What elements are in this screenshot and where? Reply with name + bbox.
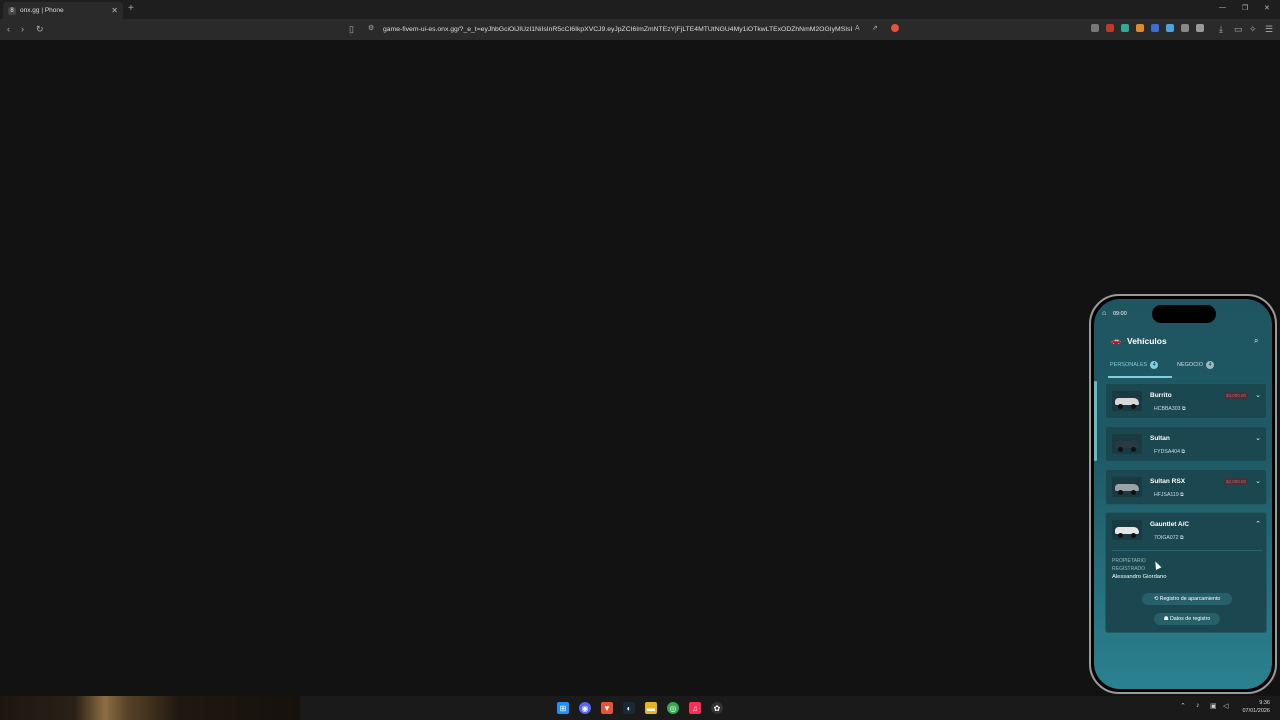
- vehicle-card-sultan[interactable]: Sultan FYDSA404 ⧉ ⌄: [1105, 426, 1267, 462]
- vehicle-price-badge: $2,000.00: [1223, 478, 1248, 485]
- chevron-down-icon[interactable]: ⌄: [1255, 434, 1261, 442]
- volume-icon[interactable]: ◁: [1223, 702, 1228, 710]
- vehicle-image: [1112, 391, 1142, 411]
- bookmark-icon[interactable]: ▯: [349, 23, 354, 35]
- phone-frame: ⌂ 09:00 🚗 Vehículos ⌕ PERSONALES 4 NEGOC…: [1089, 294, 1277, 694]
- taskbar: ⊞ ◉ ▼ ◐ ▬ ◎ ♫ ✿ ⌃ ♪ ▣ ◁ 9:36 07/01/2026: [0, 696, 1280, 720]
- maximize-icon[interactable]: ❐: [1242, 4, 1248, 12]
- owner-label: PROPIETARIO REGISTRADO: [1112, 558, 1146, 572]
- extension-icon[interactable]: [1091, 24, 1099, 32]
- tab-count-badge: 4: [1205, 361, 1214, 369]
- window-close-icon[interactable]: ✕: [1264, 4, 1270, 12]
- chevron-down-icon[interactable]: ⌄: [1255, 477, 1261, 485]
- vehicle-image: [1112, 434, 1142, 454]
- system-clock[interactable]: 9:36 07/01/2026: [1242, 699, 1270, 715]
- tray-overflow-icon[interactable]: ⌃: [1180, 702, 1186, 710]
- extension-icon[interactable]: [1121, 24, 1129, 32]
- vehicle-plate[interactable]: 7OIGA072 ⧉: [1154, 535, 1184, 542]
- active-tab-indicator: [1108, 376, 1172, 378]
- site-info-icon[interactable]: ⚙: [368, 23, 374, 35]
- status-time: 09:00: [1113, 311, 1127, 317]
- car-icon: 🚗: [1111, 336, 1121, 345]
- wheel: [1118, 490, 1123, 495]
- vehicle-image: [1112, 520, 1142, 540]
- tab-favicon-icon: 8: [8, 6, 16, 15]
- forward-icon[interactable]: ›: [21, 23, 24, 35]
- owner-name: Alessandro Giordano: [1112, 574, 1167, 580]
- registration-data-button[interactable]: ☗ Datos de registro: [1154, 613, 1220, 625]
- start-icon[interactable]: ⊞: [557, 702, 569, 714]
- chrome-icon[interactable]: ◎: [667, 702, 679, 714]
- reload-icon[interactable]: ↻: [36, 23, 44, 35]
- vehicle-card-sultan-rsx[interactable]: Sultan RSX HFJSA119 ⧉ $2,000.00 ⌄: [1105, 469, 1267, 505]
- wallpaper-strip: [0, 696, 300, 720]
- vehicle-plate[interactable]: FYDSA404 ⧉: [1154, 449, 1185, 456]
- wheel: [1118, 404, 1123, 409]
- tab-negocio[interactable]: NEGOCIO 4: [1177, 361, 1214, 369]
- vehicle-name: Sultan RSX: [1150, 478, 1186, 485]
- vehicle-name: Gauntlet A/C: [1150, 521, 1190, 528]
- browser-toolbar: ‹ › ↻ ▯ ⚙ game-fivem-ui-es.onx.gg/?_e_t=…: [0, 19, 1280, 40]
- tab-count-badge: 4: [1150, 361, 1159, 369]
- vehicle-plate[interactable]: HCBBA303 ⧉: [1154, 406, 1186, 413]
- brave-shield-icon[interactable]: [891, 24, 899, 32]
- file-explorer-icon[interactable]: ▬: [645, 702, 657, 714]
- chevron-up-icon[interactable]: ⌃: [1255, 520, 1261, 528]
- browser-tab-bar: 8 onx.gg | Phone ✕ + — ❐ ✕: [0, 0, 1280, 19]
- minimize-icon[interactable]: —: [1219, 4, 1226, 11]
- new-tab-icon[interactable]: +: [128, 3, 134, 14]
- chevron-down-icon[interactable]: ⌄: [1255, 391, 1261, 399]
- wheel: [1131, 533, 1136, 538]
- vehicle-name: Burrito: [1150, 392, 1172, 399]
- back-icon[interactable]: ‹: [7, 23, 10, 35]
- network-icon[interactable]: ▣: [1210, 702, 1217, 710]
- discord-icon[interactable]: ◉: [579, 702, 591, 714]
- extension-icon[interactable]: [1196, 24, 1204, 32]
- tab-title: onx.gg | Phone: [20, 7, 64, 14]
- app-icon[interactable]: ✿: [711, 702, 723, 714]
- wallet-icon[interactable]: ▭: [1234, 23, 1243, 35]
- page-title: Vehículos: [1127, 336, 1167, 346]
- address-bar[interactable]: game-fivem-ui-es.onx.gg/?_e_t=eyJhbGciOi…: [383, 23, 853, 36]
- vehicle-card-gauntlet-expanded[interactable]: Gauntlet A/C 7OIGA072 ⧉ ⌃ PROPIETARIO RE…: [1105, 512, 1267, 633]
- extension-icon[interactable]: [1106, 24, 1114, 32]
- vehicle-plate[interactable]: HFJSA119 ⧉: [1154, 492, 1184, 499]
- tab-personales[interactable]: PERSONALES 4: [1110, 361, 1159, 369]
- wheel: [1131, 447, 1136, 452]
- clock-time: 9:36: [1259, 700, 1270, 706]
- clock-date: 07/01/2026: [1242, 708, 1270, 714]
- download-icon[interactable]: ⤓: [1219, 23, 1223, 35]
- extension-icon[interactable]: [1181, 24, 1189, 32]
- leo-icon[interactable]: ✧: [1249, 23, 1257, 35]
- vehicle-name: Sultan: [1150, 435, 1170, 442]
- scrollbar[interactable]: [1094, 381, 1097, 461]
- phone-screen: ⌂ 09:00 🚗 Vehículos ⌕ PERSONALES 4 NEGOC…: [1094, 299, 1272, 689]
- menu-icon[interactable]: ☰: [1265, 23, 1273, 35]
- dynamic-island: [1152, 305, 1216, 323]
- wheel: [1131, 404, 1136, 409]
- music-icon[interactable]: ♫: [689, 702, 701, 714]
- search-icon[interactable]: ⌕: [1254, 336, 1258, 346]
- tab-close-icon[interactable]: ✕: [111, 6, 118, 15]
- extension-icon[interactable]: [1151, 24, 1159, 32]
- share-icon[interactable]: ⇗: [872, 23, 878, 35]
- microphone-icon[interactable]: ♪: [1196, 702, 1200, 709]
- tab-label: PERSONALES: [1110, 362, 1148, 368]
- extension-icon[interactable]: [1136, 24, 1144, 32]
- parking-history-button[interactable]: ⟲ Registro de aparcamiento: [1142, 593, 1232, 605]
- divider: [1112, 550, 1262, 551]
- vehicle-price-badge: $4,000.00: [1223, 392, 1248, 399]
- translate-icon[interactable]: A: [855, 23, 860, 35]
- wheel: [1118, 447, 1123, 452]
- steam-icon[interactable]: ◐: [623, 702, 635, 714]
- home-icon[interactable]: ⌂: [1102, 310, 1106, 317]
- vehicle-image: [1112, 477, 1142, 497]
- browser-tab[interactable]: 8 onx.gg | Phone ✕: [3, 2, 123, 19]
- brave-icon[interactable]: ▼: [601, 702, 613, 714]
- extension-icon[interactable]: [1166, 24, 1174, 32]
- vehicle-card-burrito[interactable]: Burrito HCBBA303 ⧉ $4,000.00 ⌄: [1105, 383, 1267, 419]
- wheel: [1118, 533, 1123, 538]
- wheel: [1131, 490, 1136, 495]
- tab-label: NEGOCIO: [1177, 362, 1203, 368]
